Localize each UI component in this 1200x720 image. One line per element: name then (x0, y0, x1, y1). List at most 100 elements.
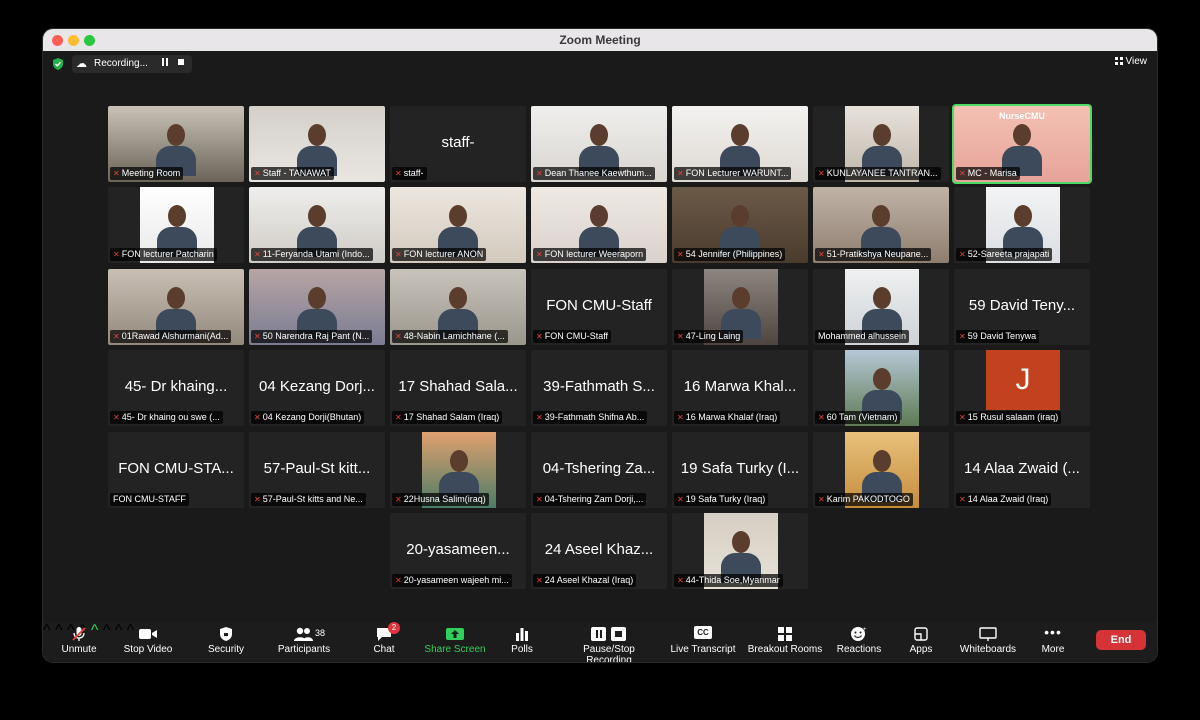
participant-head (449, 205, 467, 227)
participants-count: 38 (315, 628, 326, 638)
participant-tile[interactable]: FON CMU-Staff ✕ FON CMU-Staff (531, 269, 667, 345)
participant-name-label: ✕ 48-Nabin Lamichhane (... (392, 330, 508, 343)
chat-button[interactable]: 2 Chat (366, 622, 402, 655)
end-meeting-button[interactable]: End (1096, 630, 1146, 650)
participant-name-label: ✕ Meeting Room (110, 167, 184, 180)
participant-tile[interactable]: ✕ FON Lecturer WARUNT... (672, 106, 808, 182)
participant-tile[interactable]: 17 Shahad Sala... ✕ 17 Shahad Salam (Iraq) (390, 350, 526, 426)
participant-head (590, 124, 608, 146)
participant-tile[interactable]: ✕ 52-Sareeta prajapati (954, 187, 1090, 263)
live-transcript-button[interactable]: CC Live Transcript (669, 626, 737, 655)
participant-tile[interactable]: ✕ FON lecturer ANON (390, 187, 526, 263)
participant-name-label: ✕ 54 Jennifer (Philippines) (674, 248, 786, 261)
muted-mic-icon: ✕ (536, 413, 543, 422)
muted-mic-icon: ✕ (818, 495, 825, 504)
polls-button[interactable]: Polls (506, 626, 538, 655)
participant-tile[interactable]: 04-Tshering Za... ✕ 04-Tshering Zam Dorji,… (531, 432, 667, 508)
participant-tile[interactable]: staff- ✕ staff- (390, 106, 526, 182)
whiteboards-button[interactable]: Whiteboards (957, 626, 1019, 655)
participant-name-label: ✕ 39-Fathmath Shifna Ab... (533, 411, 648, 424)
participant-tile[interactable]: ✕ 60 Tam (Vietnam) (813, 350, 949, 426)
participant-tile[interactable]: 04 Kezang Dorj... ✕ 04 Kezang Dorji(Bhutan… (249, 350, 385, 426)
participant-tile[interactable]: 16 Marwa Khal... ✕ 16 Marwa Khalaf (Iraq) (672, 350, 808, 426)
participant-name-label: ✕ 04 Kezang Dorji(Bhutan) (251, 411, 365, 424)
participant-tile[interactable]: 19 Safa Turky (I... ✕ 19 Safa Turky (Iraq) (672, 432, 808, 508)
muted-mic-icon: ✕ (395, 169, 402, 178)
participant-tile[interactable]: ✕ 22Husna Salim(iraq) (390, 432, 526, 508)
participant-tile[interactable]: Mohammed alhussein (813, 269, 949, 345)
stop-video-button[interactable]: Stop Video (123, 626, 173, 655)
microphone-muted-icon (59, 626, 99, 642)
reactions-chevron-icon[interactable]: ^ (115, 622, 123, 639)
muted-mic-icon: ✕ (677, 169, 684, 178)
participant-name: KUNLAYANEE TANTRAN... (826, 168, 938, 178)
participant-tile[interactable]: 14 Alaa Zwaid (... ✕ 14 Alaa Zwaid (Iraq) (954, 432, 1090, 508)
participant-tile[interactable]: ✕ Meeting Room (108, 106, 244, 182)
muted-mic-icon: ✕ (959, 495, 966, 504)
participant-tile[interactable]: ✕ 48-Nabin Lamichhane (... (390, 269, 526, 345)
chat-unread-badge: 2 (388, 622, 400, 634)
participant-tile[interactable]: 24 Aseel Khaz... ✕ 24 Aseel Khazal (Iraq) (531, 513, 667, 589)
participant-tile[interactable]: ✕ FON lecturer Patcharin (108, 187, 244, 263)
participant-head (732, 531, 750, 553)
participant-tile[interactable]: ✕ 44-Thida Soe,Myanmar (672, 513, 808, 589)
recording-label: Recording... (94, 58, 148, 69)
muted-mic-icon: ✕ (395, 495, 402, 504)
stop-recording-icon[interactable] (178, 59, 184, 65)
participant-tile[interactable]: 45- Dr khaing... ✕ 45- Dr khaing ou swe (.… (108, 350, 244, 426)
participant-name-label: ✕ 04-Tshering Zam Dorji,... (533, 493, 647, 506)
participant-tile[interactable]: 20-yasameen... ✕ 20-yasameen wajeeh mi... (390, 513, 526, 589)
muted-mic-icon: ✕ (536, 495, 543, 504)
participant-head (308, 124, 326, 146)
participant-name-label: ✕ 51-Pratikshya Neupane... (815, 248, 932, 261)
participant-name-label: ✕ Dean Thanee Kaewthum... (533, 167, 655, 180)
share-screen-button[interactable]: Share Screen (423, 626, 487, 655)
live-transcript-chevron-icon[interactable]: ^ (103, 622, 111, 639)
participant-name-label: ✕ 44-Thida Soe,Myanmar (674, 574, 783, 587)
pause-stop-recording-button[interactable]: Pause/Stop Recording (559, 626, 659, 662)
muted-mic-icon: ✕ (254, 332, 261, 341)
participant-tile[interactable]: ✕ KUNLAYANEE TANTRAN... (813, 106, 949, 182)
unmute-button[interactable]: Unmute (59, 626, 99, 655)
participant-head (308, 287, 326, 309)
participant-name: MC - Marisa (967, 168, 1017, 178)
encryption-shield-icon[interactable] (52, 58, 64, 70)
participant-tile[interactable]: ✕ 51-Pratikshya Neupane... (813, 187, 949, 263)
view-button[interactable]: View (1114, 56, 1147, 67)
participant-tile[interactable]: ✕ Staff - TANAWAT (249, 106, 385, 182)
apps-button[interactable]: Apps (905, 626, 937, 655)
participant-tile[interactable]: ✕ 11-Feryanda Utami (Indo... (249, 187, 385, 263)
breakout-rooms-button[interactable]: Breakout Rooms (746, 626, 824, 655)
participant-tile[interactable]: ✕ 01Rawad Alshurmani(Ad... (108, 269, 244, 345)
recording-indicator[interactable]: ☁ Recording... (72, 55, 192, 73)
participant-tile[interactable]: 59 David Teny... ✕ 59 David Tenywa (954, 269, 1090, 345)
participant-tile[interactable]: ✕ FON lecturer Weeraporn (531, 187, 667, 263)
participant-name: FON lecturer Patcharin (121, 249, 214, 259)
participant-tile[interactable]: ✕ Karim PAKODTOGO (813, 432, 949, 508)
participant-tile[interactable]: ✕ 50 Narendra Raj Pant (N... (249, 269, 385, 345)
participant-tile[interactable]: ✕ 54 Jennifer (Philippines) (672, 187, 808, 263)
participant-tile[interactable]: 39-Fathmath S... ✕ 39-Fathmath Shifna Ab..… (531, 350, 667, 426)
muted-mic-icon: ✕ (677, 576, 684, 585)
participant-name: Staff - TANAWAT (262, 168, 331, 178)
participant-tile[interactable]: ✕ 47-Ling Laing (672, 269, 808, 345)
audio-options-chevron-icon[interactable]: ^ (43, 622, 51, 639)
reactions-button[interactable]: + Reactions (835, 626, 883, 655)
participant-display-name: 24 Aseel Khaz... (544, 541, 654, 558)
pause-recording-icon[interactable] (162, 58, 168, 66)
zoom-window: Zoom Meeting ☁ Recording... View ✕ Meetin… (43, 29, 1157, 662)
participant-head (449, 287, 467, 309)
muted-mic-icon: ✕ (254, 250, 261, 259)
participant-name: FON lecturer ANON (403, 249, 484, 259)
participant-name-label: ✕ FON lecturer ANON (392, 248, 487, 261)
participant-tile[interactable]: 57-Paul-St kitt... ✕ 57-Paul-St kitts and … (249, 432, 385, 508)
security-button[interactable]: Security (205, 626, 247, 655)
participant-tile[interactable]: ✕ Dean Thanee Kaewthum... (531, 106, 667, 182)
participant-name: 24 Aseel Khazal (Iraq) (544, 575, 634, 585)
participant-tile[interactable]: J ✕ 15 Rusul salaam (iraq) (954, 350, 1090, 426)
grid-view-icon (1114, 57, 1123, 65)
participants-button[interactable]: 38 Participants (273, 626, 335, 655)
participant-tile[interactable]: FON CMU-STA... FON CMU-STAFF (108, 432, 244, 508)
participant-tile[interactable]: NurseCMU ✕ MC - Marisa (954, 106, 1090, 182)
more-button[interactable]: ••• More (1037, 625, 1069, 655)
